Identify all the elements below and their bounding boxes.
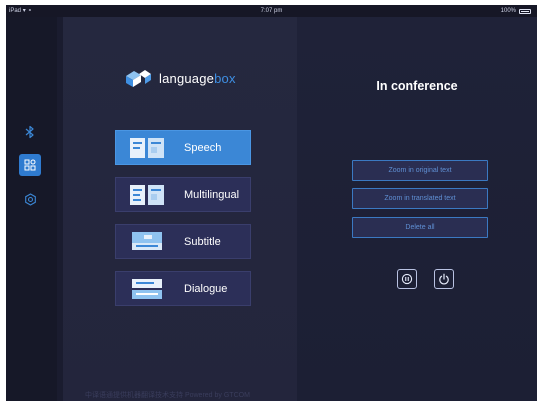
status-bar: iPad ▾ ⚬ 7:07 pm 100% xyxy=(6,5,537,17)
app-screen: iPad ▾ ⚬ 7:07 pm 100% languagebox Speech… xyxy=(6,5,537,401)
menu-label-multilingual: Multilingual xyxy=(184,188,240,201)
powered-by-text: 中译语通提供机器翻译技术支持 Powered by GTCOM xyxy=(85,392,250,399)
dialogue-icon xyxy=(130,278,164,300)
menu-label-dialogue: Dialogue xyxy=(184,282,228,295)
logo-text: languagebox xyxy=(159,71,236,86)
sidebar-item-bluetooth[interactable] xyxy=(19,121,41,143)
conference-title: In conference xyxy=(376,79,458,93)
conference-panel: In conference Zoom in original text Zoom… xyxy=(297,17,537,401)
battery-label: 100% xyxy=(500,8,516,14)
multilingual-icon xyxy=(130,184,164,206)
speech-icon xyxy=(130,137,164,159)
logo: languagebox xyxy=(123,67,236,89)
logo-cube-icon xyxy=(126,70,151,87)
sidebar xyxy=(6,17,63,401)
menu-item-speech[interactable]: Speech xyxy=(115,130,251,165)
settings-icon xyxy=(24,192,36,206)
bluetooth-icon xyxy=(25,125,34,139)
logo-text-main: language xyxy=(159,70,215,86)
status-right: 100% xyxy=(501,5,531,17)
sidebar-item-settings[interactable] xyxy=(19,188,41,210)
status-time: 7:07 pm xyxy=(260,8,283,14)
power-button[interactable] xyxy=(434,269,454,289)
logo-text-accent: box xyxy=(214,70,236,86)
subtitle-icon xyxy=(130,231,164,253)
mode-panel: languagebox Speech Multilingual Subtitle… xyxy=(63,17,297,401)
pause-button[interactable] xyxy=(397,269,417,289)
zoom-original-button[interactable]: Zoom in original text xyxy=(352,160,488,181)
menu-label-subtitle: Subtitle xyxy=(184,235,221,248)
menu-item-dialogue[interactable]: Dialogue xyxy=(115,271,251,306)
zoom-translated-button[interactable]: Zoom in translated text xyxy=(352,188,488,209)
menu-label-speech: Speech xyxy=(184,141,222,154)
sidebar-item-apps[interactable] xyxy=(19,154,41,176)
menu-item-subtitle[interactable]: Subtitle xyxy=(115,224,251,259)
delete-all-button[interactable]: Delete all xyxy=(352,217,488,238)
menu-item-multilingual[interactable]: Multilingual xyxy=(115,177,251,212)
apps-icon xyxy=(24,159,36,171)
power-icon xyxy=(439,273,449,285)
pause-icon xyxy=(401,273,413,285)
battery-icon xyxy=(519,8,531,14)
